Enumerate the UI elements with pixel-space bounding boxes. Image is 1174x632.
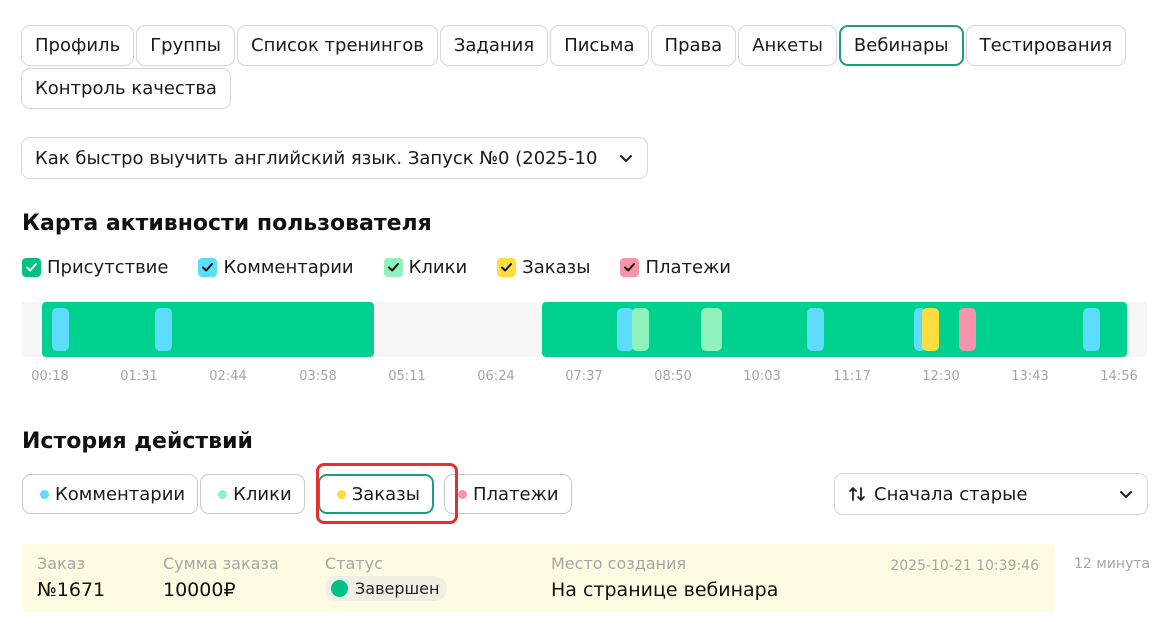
legend-comments[interactable]: Комментарии — [198, 257, 354, 278]
comment-marker[interactable] — [1083, 308, 1100, 351]
filter-payments[interactable]: Платежи — [443, 474, 572, 514]
webinar-select-value: Как быстро выучить английский язык. Запу… — [35, 147, 598, 169]
checkbox-presence[interactable] — [22, 258, 41, 277]
comment-marker[interactable] — [155, 308, 172, 351]
tab-tasks[interactable]: Задания — [439, 25, 549, 66]
clicks-dot-icon — [218, 489, 228, 499]
orders-dot-icon — [336, 489, 346, 499]
time-tick: 03:58 — [299, 369, 337, 384]
activity-timeline[interactable] — [22, 302, 1147, 357]
filter-label: Клики — [233, 483, 292, 505]
sum-cell: Сумма заказа 10000₽ — [163, 554, 279, 601]
time-tick: 12:30 — [922, 369, 960, 384]
time-tick: 02:44 — [209, 369, 247, 384]
status-value: Завершен — [355, 579, 440, 598]
legend-label: Комментарии — [223, 257, 354, 278]
check-icon — [26, 263, 37, 272]
order-number: №1671 — [37, 579, 106, 601]
legend-payments[interactable]: Платежи — [620, 257, 731, 278]
tab-groups[interactable]: Группы — [136, 25, 235, 66]
payment-marker[interactable] — [959, 308, 976, 351]
checkbox-clicks[interactable] — [383, 258, 403, 277]
filter-label: Платежи — [472, 483, 559, 505]
checkbox-comments[interactable] — [198, 258, 218, 277]
click-marker[interactable] — [701, 308, 722, 351]
chevron-down-icon — [1120, 491, 1132, 498]
filter-comments[interactable]: Комментарии — [22, 474, 199, 514]
history-title: История действий — [22, 429, 253, 454]
comment-marker[interactable] — [52, 308, 69, 351]
place-cell: Место создания На странице вебинара — [551, 554, 778, 601]
order-marker[interactable] — [922, 308, 939, 351]
sum-value: 10000₽ — [163, 579, 236, 601]
status-dot-icon — [331, 580, 348, 597]
tab-letters[interactable]: Письма — [550, 25, 649, 66]
check-icon — [387, 263, 399, 272]
comment-marker[interactable] — [807, 308, 824, 351]
time-tick: 10:03 — [743, 369, 781, 384]
row-timestamp: 2025-10-21 10:39:46 — [890, 558, 1039, 574]
time-tick: 08:50 — [654, 369, 692, 384]
time-tick: 07:37 — [565, 369, 603, 384]
legend-presence[interactable]: Присутствие — [22, 257, 168, 278]
tab-quality-control[interactable]: Контроль качества — [21, 68, 231, 109]
legend-label: Присутствие — [47, 257, 169, 278]
filter-orders[interactable]: Заказы — [317, 474, 434, 514]
tab-rights[interactable]: Права — [650, 25, 737, 66]
order-label: Заказ — [37, 554, 86, 573]
webinar-activity-page: Профиль Группы Список тренингов Задания … — [0, 0, 1174, 632]
profile-tabs: Профиль Группы Список тренингов Задания … — [21, 25, 1141, 109]
timeline-axis: 00:18 01:31 02:44 03:58 05:11 06:24 07:3… — [22, 369, 1147, 385]
legend-label: Платежи — [645, 257, 731, 278]
order-cell: Заказ №1671 — [37, 554, 105, 601]
checkbox-orders[interactable] — [497, 258, 517, 277]
tab-profile[interactable]: Профиль — [21, 25, 135, 66]
check-icon — [202, 263, 214, 272]
tab-trainings[interactable]: Список тренингов — [237, 25, 438, 66]
legend-clicks[interactable]: Клики — [383, 257, 468, 278]
time-tick: 14:56 — [1100, 369, 1138, 384]
time-tick: 01:31 — [120, 369, 158, 384]
row-duration: 12 минута — [1074, 556, 1151, 572]
time-tick: 05:11 — [388, 369, 426, 384]
place-label: Место создания — [551, 554, 687, 573]
sort-select[interactable]: Сначала старые — [834, 473, 1148, 515]
webinar-select[interactable]: Как быстро выучить английский язык. Запу… — [21, 137, 648, 179]
filter-clicks[interactable]: Клики — [200, 474, 305, 514]
filter-label: Заказы — [351, 483, 420, 505]
presence-segment — [42, 302, 374, 357]
time-tick: 13:43 — [1011, 369, 1049, 384]
sort-value: Сначала старые — [874, 483, 1028, 505]
legend-label: Клики — [408, 257, 468, 278]
legend-orders[interactable]: Заказы — [497, 257, 590, 278]
status-badge: Завершен — [325, 576, 448, 601]
time-tick: 00:18 — [31, 369, 69, 384]
history-row-order[interactable]: Заказ №1671 Сумма заказа 10000₽ Статус З… — [22, 544, 1055, 612]
comments-dot-icon — [40, 489, 49, 499]
check-icon — [624, 263, 636, 272]
payments-dot-icon — [457, 489, 467, 499]
chevron-down-icon — [620, 155, 632, 162]
history-filters: Комментарии Клики Заказы Платежи — [22, 474, 572, 514]
tab-webinars[interactable]: Вебинары — [838, 25, 964, 66]
status-cell: Статус Завершен — [325, 554, 448, 601]
sum-label: Сумма заказа — [163, 554, 279, 573]
activity-map-title: Карта активности пользователя — [22, 211, 432, 236]
check-icon — [501, 263, 513, 272]
tab-surveys[interactable]: Анкеты — [738, 25, 837, 66]
place-value: На странице вебинара — [551, 579, 779, 601]
status-label: Статус — [325, 554, 383, 573]
legend-label: Заказы — [522, 257, 591, 278]
checkbox-payments[interactable] — [620, 258, 640, 277]
time-tick: 11:17 — [833, 369, 871, 384]
click-marker[interactable] — [632, 308, 649, 351]
activity-legend: Присутствие Комментарии Клики Заказы Пла… — [22, 257, 761, 278]
filter-label: Комментарии — [55, 483, 186, 505]
tab-testing[interactable]: Тестирования — [965, 25, 1127, 66]
time-tick: 06:24 — [477, 369, 515, 384]
sort-arrows-icon — [849, 487, 865, 501]
